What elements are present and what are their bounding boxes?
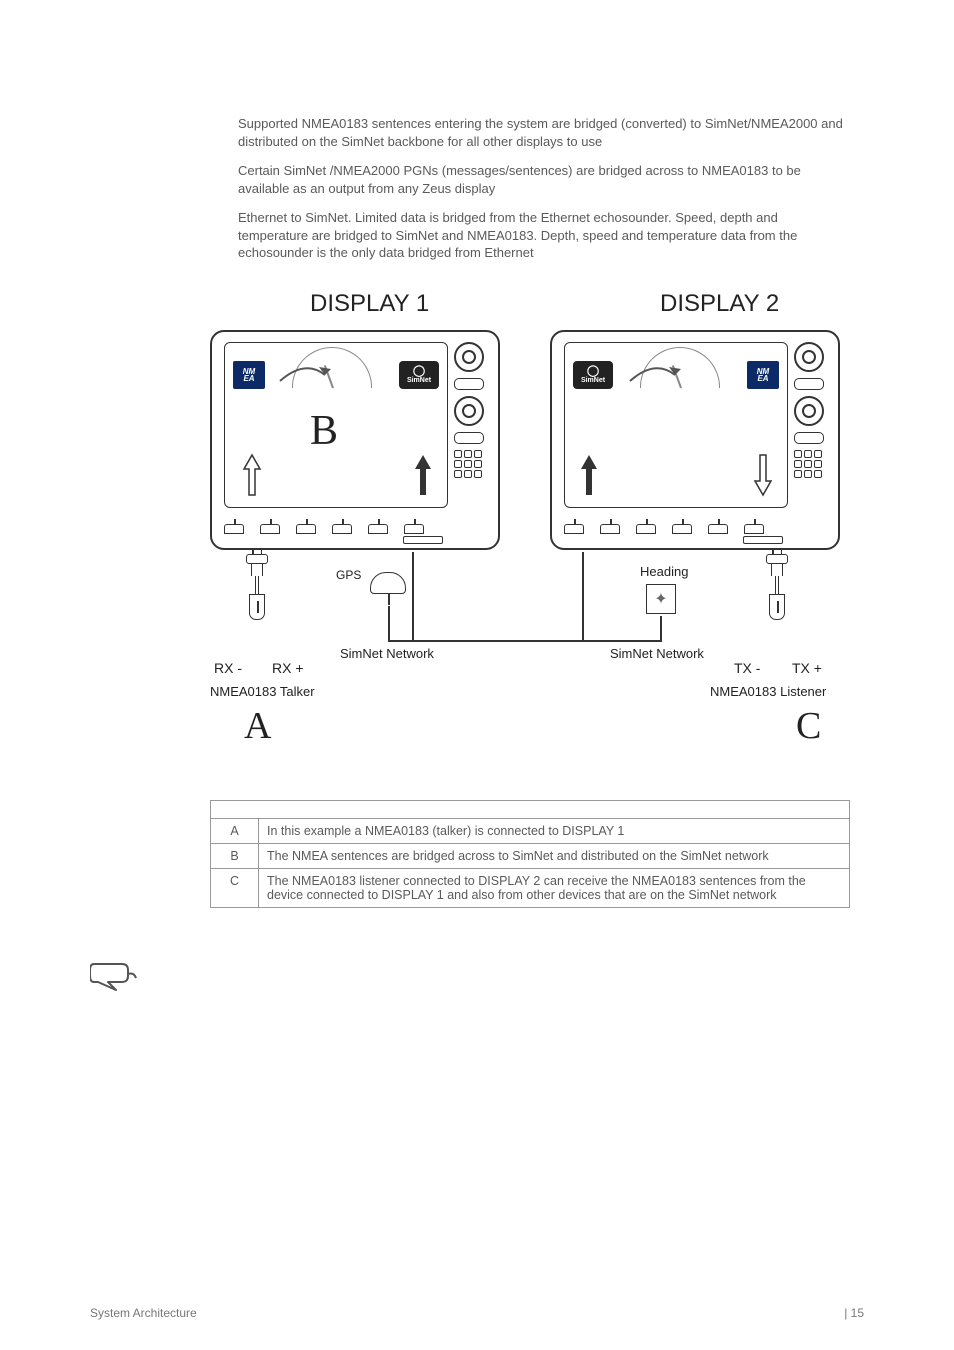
legend-table: A In this example a NMEA0183 (talker) is… xyxy=(210,800,850,908)
slot-icon xyxy=(743,536,783,544)
letter-b: B xyxy=(310,407,338,455)
paragraph-3: Ethernet to SimNet. Limited data is brid… xyxy=(238,209,848,262)
port-icon xyxy=(368,524,388,534)
port-icon xyxy=(260,524,280,534)
device-2-ports xyxy=(564,514,788,534)
paragraph-1: Supported NMEA0183 sentences entering th… xyxy=(238,115,848,150)
table-row: C The NMEA0183 listener connected to DIS… xyxy=(211,869,850,908)
curved-arrow-icon xyxy=(625,363,685,385)
port-icon xyxy=(708,524,728,534)
simnet-line xyxy=(412,552,414,642)
button-row-icon xyxy=(794,378,824,390)
simnet-network-label: SimNet Network xyxy=(610,646,704,661)
curved-arrow-icon xyxy=(275,363,335,385)
device-1-controls xyxy=(454,342,492,508)
table-text: The NMEA sentences are bridged across to… xyxy=(259,844,850,869)
table-text: In this example a NMEA0183 (talker) is c… xyxy=(259,819,850,844)
tx-plus-label: TX + xyxy=(792,660,822,676)
keypad-icon xyxy=(454,450,492,478)
port-icon xyxy=(744,524,764,534)
nmea-logo-icon: NMEA xyxy=(747,361,779,389)
simnet-line xyxy=(582,552,584,642)
diagram: DISPLAY 1 DISPLAY 2 NMEA SimNet B xyxy=(210,290,850,770)
knob-icon xyxy=(794,396,824,426)
rx-plus-label: RX + xyxy=(272,660,304,676)
device-1: NMEA SimNet B xyxy=(210,330,500,550)
nmea-logo-icon: NMEA xyxy=(233,361,265,389)
table-key: B xyxy=(211,844,259,869)
footer-page: | 15 xyxy=(844,1306,864,1320)
paragraph-2: Certain SimNet /NMEA2000 PGNs (messages/… xyxy=(238,162,848,197)
knob-icon xyxy=(454,342,484,372)
simnet-logo-icon: SimNet xyxy=(399,361,439,389)
gps-label: GPS xyxy=(336,568,361,582)
table-row-header xyxy=(211,801,850,819)
port-icon xyxy=(404,524,424,534)
simnet-line xyxy=(388,606,390,640)
port-icon xyxy=(224,524,244,534)
heading-sensor-icon xyxy=(646,584,676,614)
button-row-icon xyxy=(454,378,484,390)
gps-icon xyxy=(370,572,406,594)
up-arrow-icon xyxy=(240,453,264,497)
keypad-icon xyxy=(794,450,832,478)
device-1-ports xyxy=(224,514,448,534)
connector-plug-icon xyxy=(246,554,268,620)
table-row: A In this example a NMEA0183 (talker) is… xyxy=(211,819,850,844)
simnet-line xyxy=(388,640,660,642)
port-icon xyxy=(564,524,584,534)
port-icon xyxy=(636,524,656,534)
slot-icon xyxy=(403,536,443,544)
port-icon xyxy=(672,524,692,534)
nmea-talker-label: NMEA0183 Talker xyxy=(210,684,315,699)
port-icon xyxy=(332,524,352,534)
port-icon xyxy=(296,524,316,534)
up-arrow-icon xyxy=(577,453,601,497)
button-row-icon xyxy=(454,432,484,444)
simnet-network-label: SimNet Network xyxy=(340,646,434,661)
knob-icon xyxy=(794,342,824,372)
port-icon xyxy=(600,524,620,534)
note-hand-icon xyxy=(90,960,140,997)
up-arrow-icon xyxy=(411,453,435,497)
tx-minus-label: TX - xyxy=(734,660,760,676)
page-footer: System Architecture | 15 xyxy=(90,1306,864,1320)
device-2: SimNet NMEA xyxy=(550,330,840,550)
simnet-logo-icon: SimNet xyxy=(573,361,613,389)
footer-section: System Architecture xyxy=(90,1306,197,1320)
heading-label: Heading xyxy=(640,564,688,579)
down-arrow-icon xyxy=(751,453,775,497)
connector-plug-icon xyxy=(766,554,788,620)
knob-icon xyxy=(454,396,484,426)
button-row-icon xyxy=(794,432,824,444)
letter-a: A xyxy=(244,704,271,748)
table-key: A xyxy=(211,819,259,844)
simnet-line xyxy=(660,616,662,642)
table-row: B The NMEA sentences are bridged across … xyxy=(211,844,850,869)
device-2-screen: SimNet NMEA xyxy=(564,342,788,508)
display2-label: DISPLAY 2 xyxy=(660,290,779,318)
device-1-screen: NMEA SimNet B xyxy=(224,342,448,508)
nmea-listener-label: NMEA0183 Listener xyxy=(710,684,826,699)
letter-c: C xyxy=(796,704,821,748)
body-text: Supported NMEA0183 sentences entering th… xyxy=(238,115,848,274)
rx-minus-label: RX - xyxy=(214,660,242,676)
display1-label: DISPLAY 1 xyxy=(310,290,429,318)
table-key: C xyxy=(211,869,259,908)
table-text: The NMEA0183 listener connected to DISPL… xyxy=(259,869,850,908)
device-2-controls xyxy=(794,342,832,508)
